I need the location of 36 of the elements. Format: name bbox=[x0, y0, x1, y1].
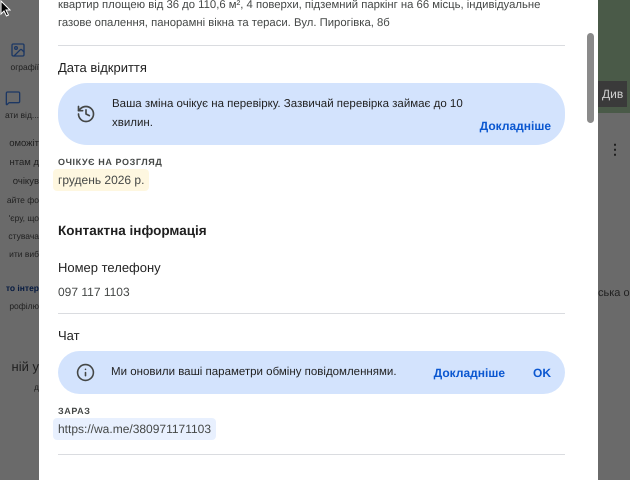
notice-text: Ваша зміна очікує на перевірку. Зазвичай перевірка займає до 10 хвилин. bbox=[112, 97, 464, 131]
field-title: Номер телефону bbox=[58, 260, 162, 275]
field-value: 097 117 1103 bbox=[58, 285, 131, 299]
clock-arrow-icon bbox=[76, 104, 96, 124]
info-icon bbox=[76, 363, 95, 382]
background-text: оможіт bbox=[9, 138, 39, 149]
background-text: нтам д bbox=[10, 157, 39, 168]
background-text: рофілю bbox=[9, 301, 39, 311]
notice-link[interactable]: Докладніше bbox=[480, 119, 551, 133]
field-title: Дата відкриття bbox=[58, 60, 148, 75]
background-text: очікув bbox=[12, 176, 39, 187]
background-text: д bbox=[34, 382, 39, 392]
edit-message-icon bbox=[5, 90, 21, 106]
image-icon bbox=[10, 42, 26, 58]
field-value: https://wa.me/380971171103 bbox=[53, 418, 216, 440]
link[interactable]: то інтер bbox=[6, 283, 39, 293]
notice-text: Ми оновили ваші параметри обміну повідомленнями. bbox=[111, 365, 398, 380]
notice-link[interactable]: OK bbox=[533, 366, 551, 380]
background-text: ній у bbox=[12, 359, 39, 374]
scrollbar-thumb[interactable] bbox=[587, 33, 594, 123]
field-title: Чат bbox=[58, 328, 81, 343]
background-text: айте фо bbox=[6, 195, 39, 205]
background-text: 'єру, що bbox=[8, 213, 39, 223]
notice-link[interactable]: Докладніше bbox=[434, 366, 505, 380]
status-label: ЗАРАЗ bbox=[58, 406, 92, 416]
status-label: ОЧІКУЄ НА РОЗГЛЯД bbox=[58, 157, 164, 167]
background-text: ографії bbox=[10, 62, 39, 72]
mouse-pointer-icon bbox=[0, 0, 11, 17]
background-text: ати від... bbox=[5, 110, 39, 120]
field-value: грудень 2026 р. bbox=[53, 169, 150, 191]
photo-button[interactable]: Див bbox=[598, 81, 628, 107]
more-menu[interactable]: ⋮ bbox=[608, 141, 630, 157]
background-text: ити виб bbox=[9, 249, 39, 259]
background-text: ська о bbox=[598, 287, 630, 299]
background-text: стувача bbox=[8, 231, 39, 241]
section-heading: Контактна інформація bbox=[58, 222, 208, 240]
